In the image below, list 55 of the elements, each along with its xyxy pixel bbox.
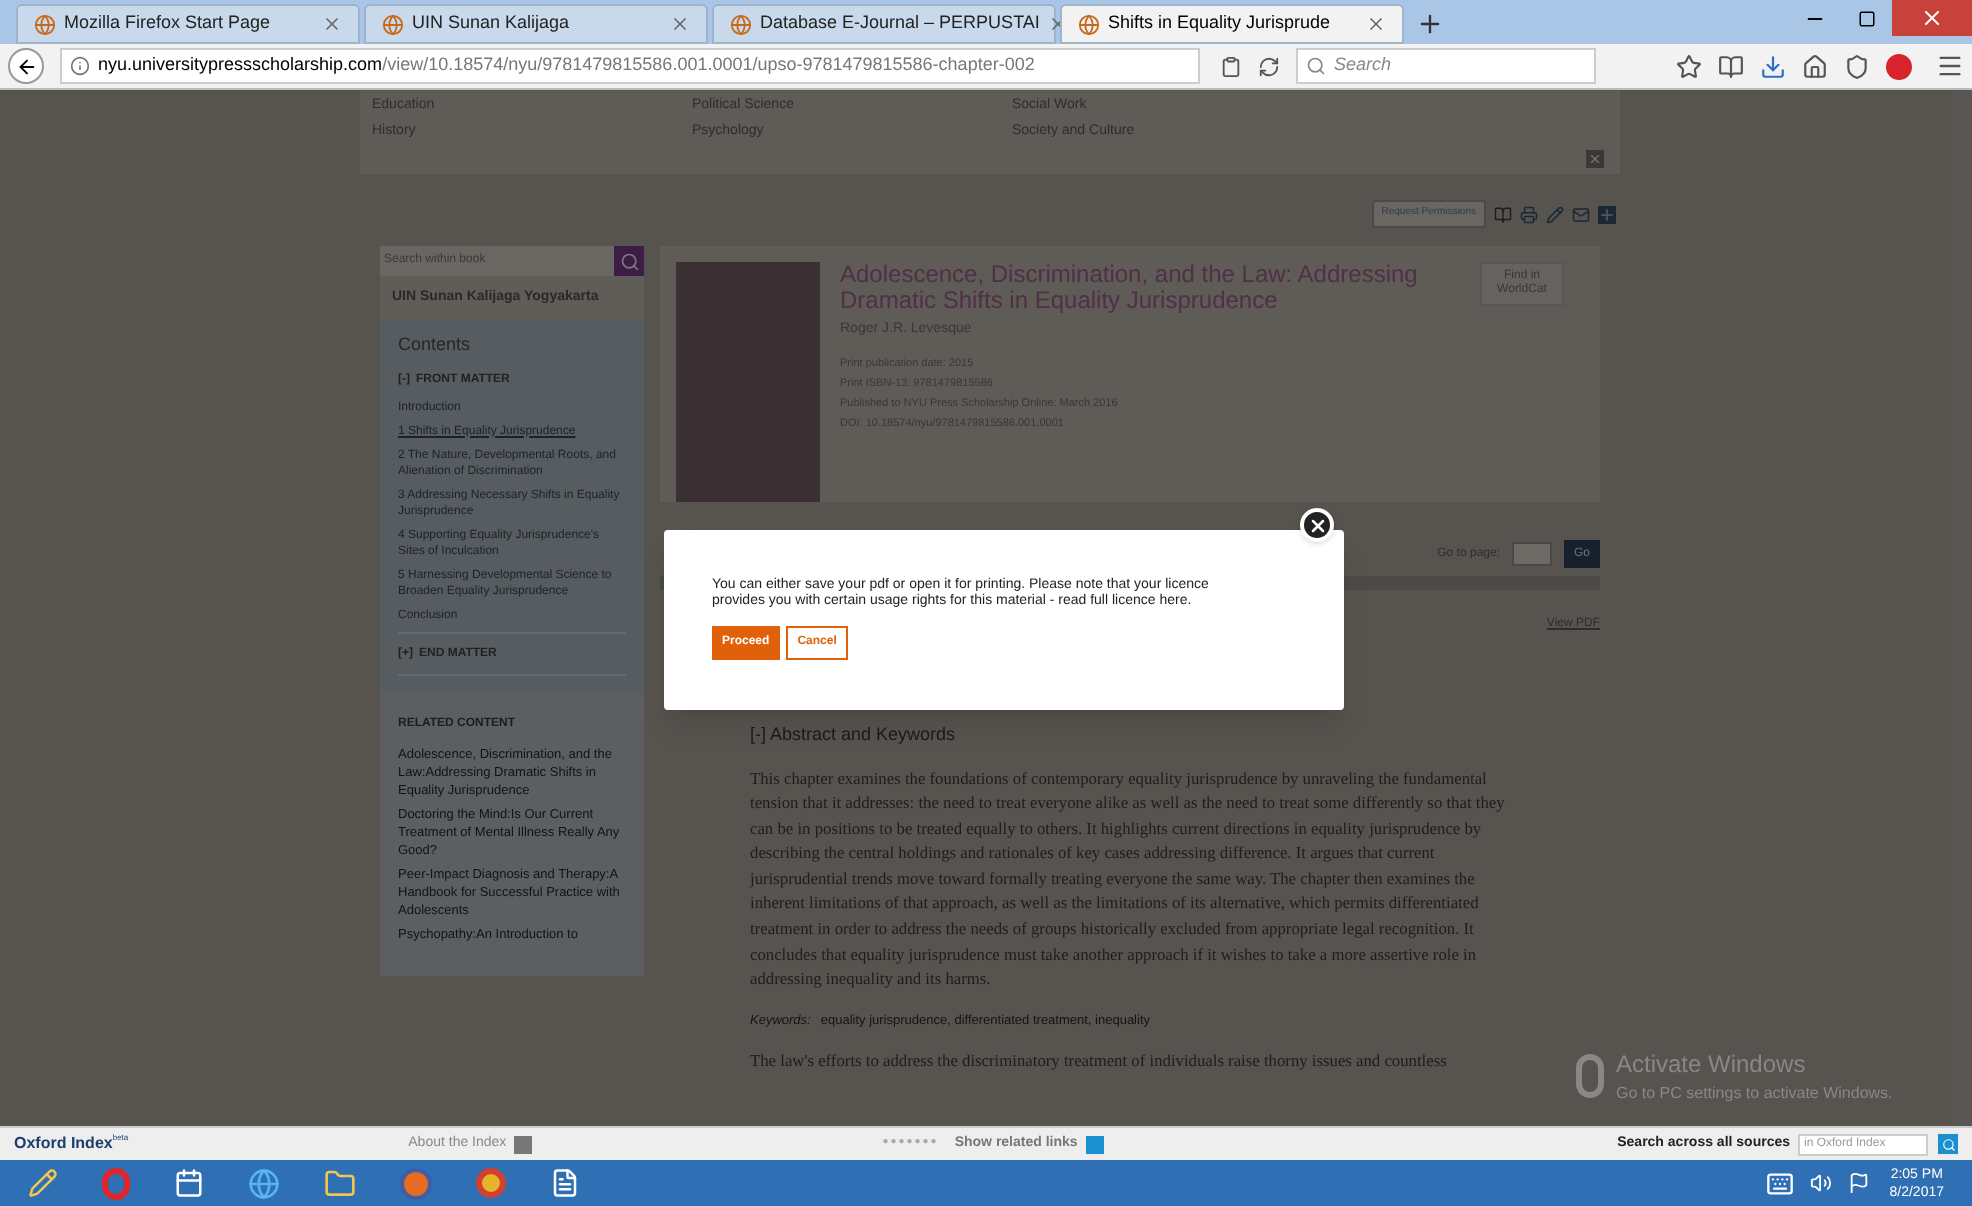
- file-explorer-icon[interactable]: [324, 1167, 356, 1199]
- oxford-search-button[interactable]: [1938, 1134, 1958, 1154]
- chrome-icon[interactable]: [476, 1168, 506, 1198]
- close-tab-icon[interactable]: [322, 14, 342, 34]
- page-number-field[interactable]: [1512, 542, 1552, 566]
- book-icon[interactable]: [1494, 205, 1512, 223]
- body-text: The law's efforts to address the discriminatory treatment of individuals raise thorny issues and countless: [750, 1049, 1449, 1074]
- close-icon: [1588, 152, 1602, 166]
- favicon-icon: [382, 13, 404, 35]
- search-button[interactable]: [614, 246, 644, 276]
- search-icon: [619, 251, 639, 271]
- favicon-icon: [34, 13, 56, 35]
- close-window-button[interactable]: [1892, 0, 1972, 36]
- url-field[interactable]: nyu.universitypressscholarship.com/view/10.18574/nyu/9781479815586.001.0001/upso-9781479815586-chapter-002: [60, 48, 1200, 84]
- bookmark-star-icon[interactable]: [1676, 53, 1702, 79]
- paint-icon[interactable]: [28, 1168, 58, 1198]
- close-dialog-button[interactable]: [1300, 508, 1334, 542]
- browser-tab[interactable]: Mozilla Firefox Start Page: [16, 4, 360, 44]
- reload-icon[interactable]: [1258, 55, 1280, 77]
- close-panel-icon[interactable]: [1586, 150, 1604, 168]
- browser-tab[interactable]: Database E-Journal – PERPUSTAI: [712, 4, 1056, 44]
- info-icon[interactable]: [70, 56, 90, 76]
- scrollbar[interactable]: [1952, 90, 1972, 1126]
- favicon-icon: [1078, 13, 1100, 35]
- internet-explorer-icon[interactable]: [248, 1167, 280, 1199]
- close-icon: [1920, 6, 1944, 30]
- word-icon[interactable]: [550, 1168, 580, 1198]
- link-icon[interactable]: [1085, 1135, 1104, 1153]
- reader-view-icon[interactable]: [1220, 55, 1242, 77]
- oxford-index-logo[interactable]: Oxford Index: [14, 1132, 113, 1156]
- close-tab-icon[interactable]: [1366, 14, 1386, 34]
- browser-tab[interactable]: UIN Sunan Kalijaga: [364, 4, 708, 44]
- calendar-icon[interactable]: [174, 1168, 204, 1198]
- home-icon[interactable]: [1802, 53, 1828, 79]
- download-icon[interactable]: [1760, 53, 1786, 79]
- favicon-icon: [730, 13, 752, 35]
- flag-icon[interactable]: [1847, 1172, 1870, 1194]
- keyboard-icon[interactable]: [1765, 1169, 1794, 1197]
- new-tab-icon[interactable]: [1416, 10, 1444, 38]
- menu-icon[interactable]: [1936, 52, 1964, 80]
- browser-tab[interactable]: Shifts in Equality Jurisprude: [1060, 4, 1404, 44]
- shield-icon[interactable]: [1844, 53, 1870, 79]
- search-icon: [1941, 1137, 1955, 1151]
- search-icon: [1306, 56, 1326, 76]
- bookmarks-icon[interactable]: [1718, 53, 1744, 79]
- adblock-icon[interactable]: [1886, 53, 1912, 79]
- expand-icon[interactable]: [514, 1135, 533, 1153]
- abstract-heading[interactable]: [-] Abstract and Keywords: [750, 722, 1516, 749]
- close-tab-icon[interactable]: [670, 14, 690, 34]
- back-arrow-icon: [15, 55, 37, 77]
- search-field[interactable]: Search: [1296, 48, 1596, 84]
- volume-icon[interactable]: [1809, 1172, 1832, 1194]
- close-icon: [1307, 515, 1327, 535]
- back-button[interactable]: [8, 48, 44, 84]
- maximize-icon: [1857, 9, 1875, 27]
